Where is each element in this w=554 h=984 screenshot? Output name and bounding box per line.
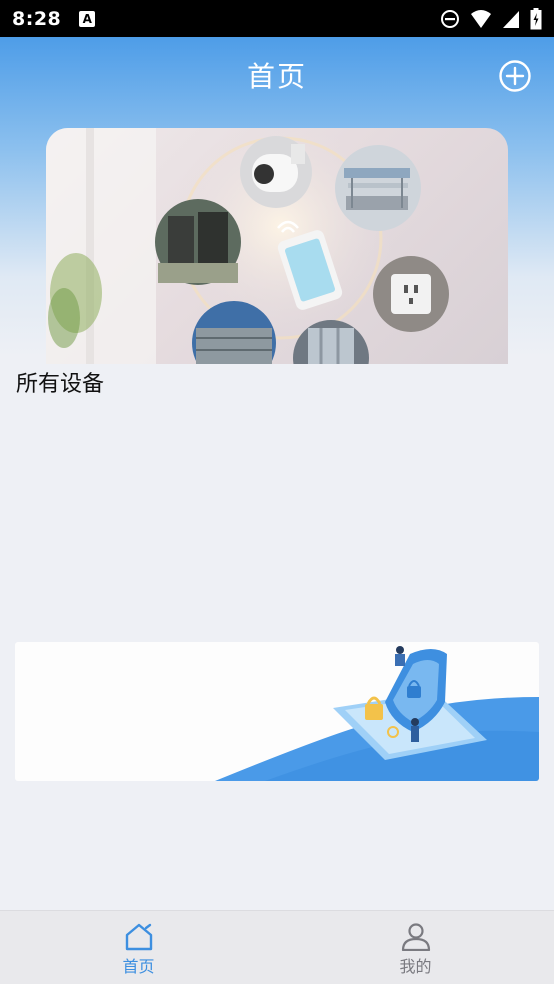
all-devices-title: 所有设备 [16,372,105,397]
camera-icon [240,136,312,208]
security-promo-card[interactable] [15,642,539,781]
home-icon [125,923,152,950]
socket-icon [373,256,449,332]
battery-icon [530,7,542,30]
plus-circle-icon [499,60,531,92]
status-right [440,7,542,30]
dnd-icon [440,9,460,29]
bottom-nav: 首页 我的 [0,910,554,984]
smart-home-banner[interactable] [46,128,508,364]
signal-icon [502,9,520,29]
status-bar: 8:28 A [0,0,554,37]
app-header: 首页 [0,37,554,113]
notification-icon: A [79,10,96,27]
security-shield-illustration [215,646,539,781]
status-left: 8:28 A [12,7,96,30]
nav-label-mine: 我的 [399,956,432,976]
wifi-icon [470,9,492,29]
user-icon [401,922,430,951]
nav-label-home: 首页 [122,956,155,976]
status-time: 8:28 [12,7,62,30]
gate-icon [155,199,241,285]
page-title: 首页 [246,60,307,93]
nav-item-home[interactable]: 首页 [0,911,277,984]
nav-item-mine[interactable]: 我的 [277,911,554,984]
clothes-rack-icon [335,145,421,231]
add-device-button[interactable] [498,59,532,93]
